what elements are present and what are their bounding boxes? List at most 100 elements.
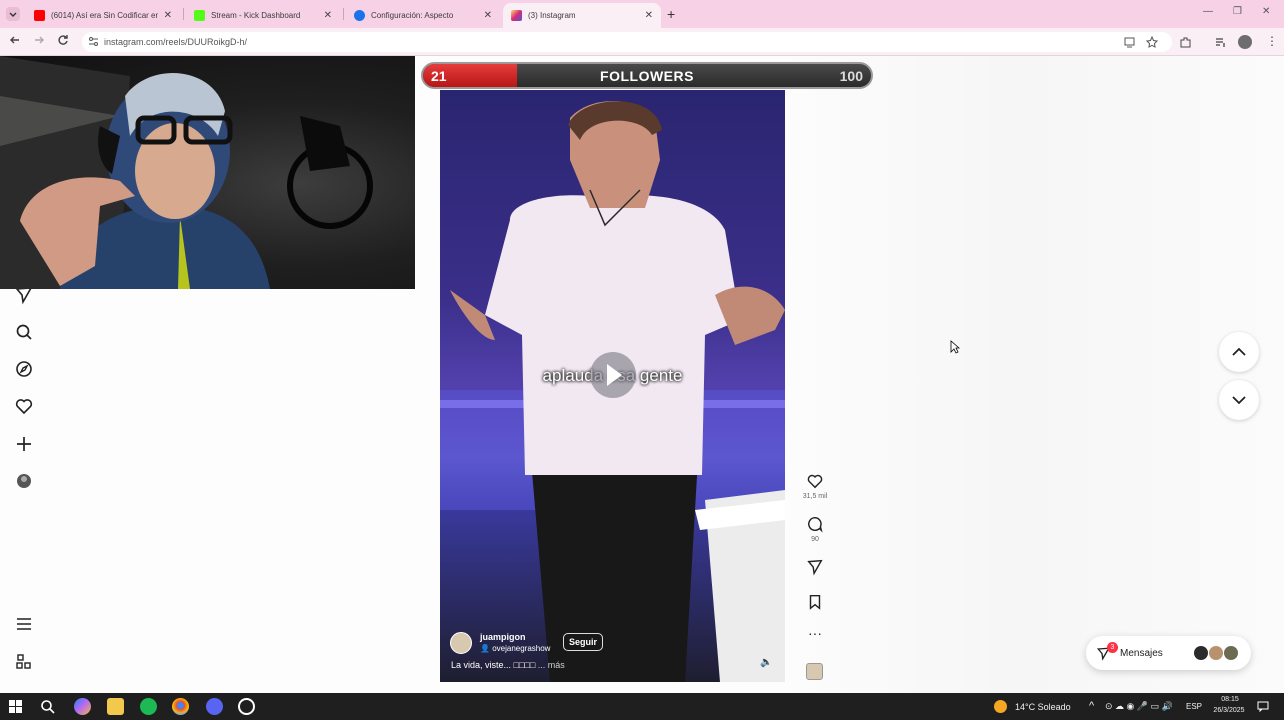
- tab-settings[interactable]: Configuración: Aspecto ✕: [346, 4, 500, 26]
- tab-kick[interactable]: Stream - Kick Dashboard ✕: [186, 4, 340, 26]
- messages-badge: 3: [1107, 642, 1118, 653]
- followers-goal-bar: 21 FOLLOWERS 100: [421, 62, 873, 89]
- tab-instagram[interactable]: (3) Instagram ✕: [503, 3, 661, 28]
- author-name[interactable]: juampigon: [480, 632, 526, 642]
- address-bar[interactable]: instagram.com/reels/DUURoikgD-h/: [82, 32, 1172, 52]
- like-count: 31,5 mil: [802, 493, 828, 500]
- youtube-icon: [34, 9, 45, 21]
- windows-taskbar: 14°C Soleado ^ ⊙ ☁ ◉ 🎤 ▭ 🔊 ESP 08:15 26/…: [0, 693, 1284, 720]
- tab-title: Stream - Kick Dashboard: [211, 10, 301, 20]
- minimize-button[interactable]: —: [1203, 6, 1213, 17]
- search-icon[interactable]: [14, 322, 34, 342]
- reload-button[interactable]: [57, 34, 69, 49]
- profile-avatar[interactable]: [1238, 35, 1252, 49]
- comment-button[interactable]: [805, 515, 825, 536]
- tab-divider: [183, 8, 184, 20]
- comment-count: 90: [811, 536, 819, 543]
- arrow-right-icon: [35, 36, 44, 44]
- tab-search-button[interactable]: [6, 7, 20, 21]
- close-icon[interactable]: ✕: [484, 10, 492, 21]
- chrome-icon[interactable]: [172, 698, 189, 715]
- more-icon[interactable]: [14, 652, 34, 672]
- language-indicator[interactable]: ESP: [1186, 702, 1202, 711]
- messages-button[interactable]: 3 Mensajes: [1086, 636, 1251, 670]
- heart-icon: [807, 474, 823, 489]
- author-avatar[interactable]: [450, 632, 472, 654]
- reload-icon: [58, 35, 68, 45]
- author-collab-name: ovejanegrashow: [492, 644, 551, 653]
- play-icon: [607, 364, 622, 386]
- star-icon[interactable]: [1146, 36, 1158, 48]
- explore-icon[interactable]: [14, 359, 34, 379]
- close-icon[interactable]: ✕: [324, 10, 332, 21]
- forward-button[interactable]: [33, 34, 45, 49]
- mouse-cursor-icon: [950, 340, 960, 354]
- window-close-button[interactable]: ✕: [1262, 6, 1270, 17]
- search-icon[interactable]: [40, 699, 55, 714]
- profile-avatar[interactable]: [14, 471, 34, 491]
- page-background: [790, 56, 1284, 693]
- app-icon[interactable]: [206, 698, 223, 715]
- extensions-icon[interactable]: [1179, 36, 1192, 49]
- author-collab[interactable]: 👤 ovejanegrashow: [480, 644, 550, 653]
- clock-date[interactable]: 26/3/2025: [1206, 707, 1252, 714]
- close-icon[interactable]: ✕: [164, 10, 172, 21]
- close-icon[interactable]: ✕: [645, 10, 653, 21]
- url-text: instagram.com/reels/DUURoikgD-h/: [104, 37, 248, 47]
- followers-goal: 100: [839, 68, 863, 84]
- webcam-overlay: [0, 56, 415, 289]
- streamer-camera-image: [0, 56, 373, 289]
- heart-icon[interactable]: [14, 396, 34, 416]
- tray-icons[interactable]: ⊙ ☁ ◉ 🎤 ▭ 🔊: [1105, 701, 1173, 712]
- obs-icon[interactable]: [238, 698, 255, 715]
- kick-icon: [194, 9, 205, 21]
- next-reel-button[interactable]: [1219, 380, 1259, 420]
- tab-divider: [343, 8, 344, 20]
- audio-thumbnail[interactable]: [806, 663, 823, 680]
- windows-start-icon[interactable]: [9, 700, 22, 713]
- tab-youtube[interactable]: (6014) Así era Sin Codificar en ✕: [26, 4, 180, 26]
- instagram-icon: [511, 10, 522, 21]
- save-button[interactable]: [805, 593, 825, 614]
- play-button[interactable]: [590, 352, 636, 398]
- bookmark-icon: [809, 594, 821, 610]
- notifications-icon[interactable]: [1257, 701, 1269, 712]
- sun-icon: [994, 700, 1007, 713]
- tab-title: Configuración: Aspecto: [371, 10, 454, 20]
- reel-video[interactable]: aplauda esa gente juampigon 👤 ovejanegra…: [440, 90, 785, 682]
- chevron-up-icon[interactable]: ^: [1089, 700, 1094, 712]
- browser-menu-icon[interactable]: ⋮: [1266, 34, 1278, 48]
- arrow-left-icon: [10, 36, 19, 44]
- install-app-icon[interactable]: [1124, 37, 1135, 48]
- follow-button[interactable]: Seguir: [563, 633, 604, 651]
- copilot-icon[interactable]: [74, 698, 91, 715]
- browser-toolbar: instagram.com/reels/DUURoikgD-h/ ⋮: [0, 28, 1284, 56]
- new-tab-button[interactable]: +: [667, 6, 675, 22]
- messages-label: Mensajes: [1120, 648, 1163, 659]
- gear-icon: [354, 9, 365, 21]
- send-icon: [807, 559, 823, 576]
- media-controls-icon[interactable]: [1214, 36, 1227, 49]
- create-icon[interactable]: [14, 434, 34, 454]
- caption-more-link[interactable]: ... más: [538, 660, 565, 670]
- browser-tab-strip: (6014) Así era Sin Codificar en ✕ Stream…: [0, 0, 1284, 28]
- back-button[interactable]: [9, 34, 21, 49]
- file-explorer-icon[interactable]: [107, 698, 124, 715]
- previous-reel-button[interactable]: [1219, 332, 1259, 372]
- comment-icon: [808, 516, 823, 533]
- menu-icon[interactable]: [14, 614, 34, 634]
- conversation-avatar: [1193, 645, 1209, 661]
- restore-button[interactable]: ❐: [1233, 6, 1242, 17]
- more-options-icon[interactable]: ···: [805, 625, 825, 641]
- weather-text[interactable]: 14°C Soleado: [1015, 702, 1071, 712]
- site-info-icon[interactable]: [88, 36, 99, 47]
- conversation-avatar: [1223, 645, 1239, 661]
- share-button[interactable]: [805, 558, 825, 579]
- spotify-icon[interactable]: [140, 698, 157, 715]
- like-button[interactable]: [805, 472, 825, 493]
- reel-caption: La vida, viste... □□□□ ... más: [451, 660, 565, 670]
- clock-time[interactable]: 08:15: [1212, 696, 1248, 703]
- volume-icon[interactable]: 🔈: [760, 657, 772, 668]
- conversation-avatar: [1208, 645, 1224, 661]
- chevron-down-icon: [9, 12, 17, 17]
